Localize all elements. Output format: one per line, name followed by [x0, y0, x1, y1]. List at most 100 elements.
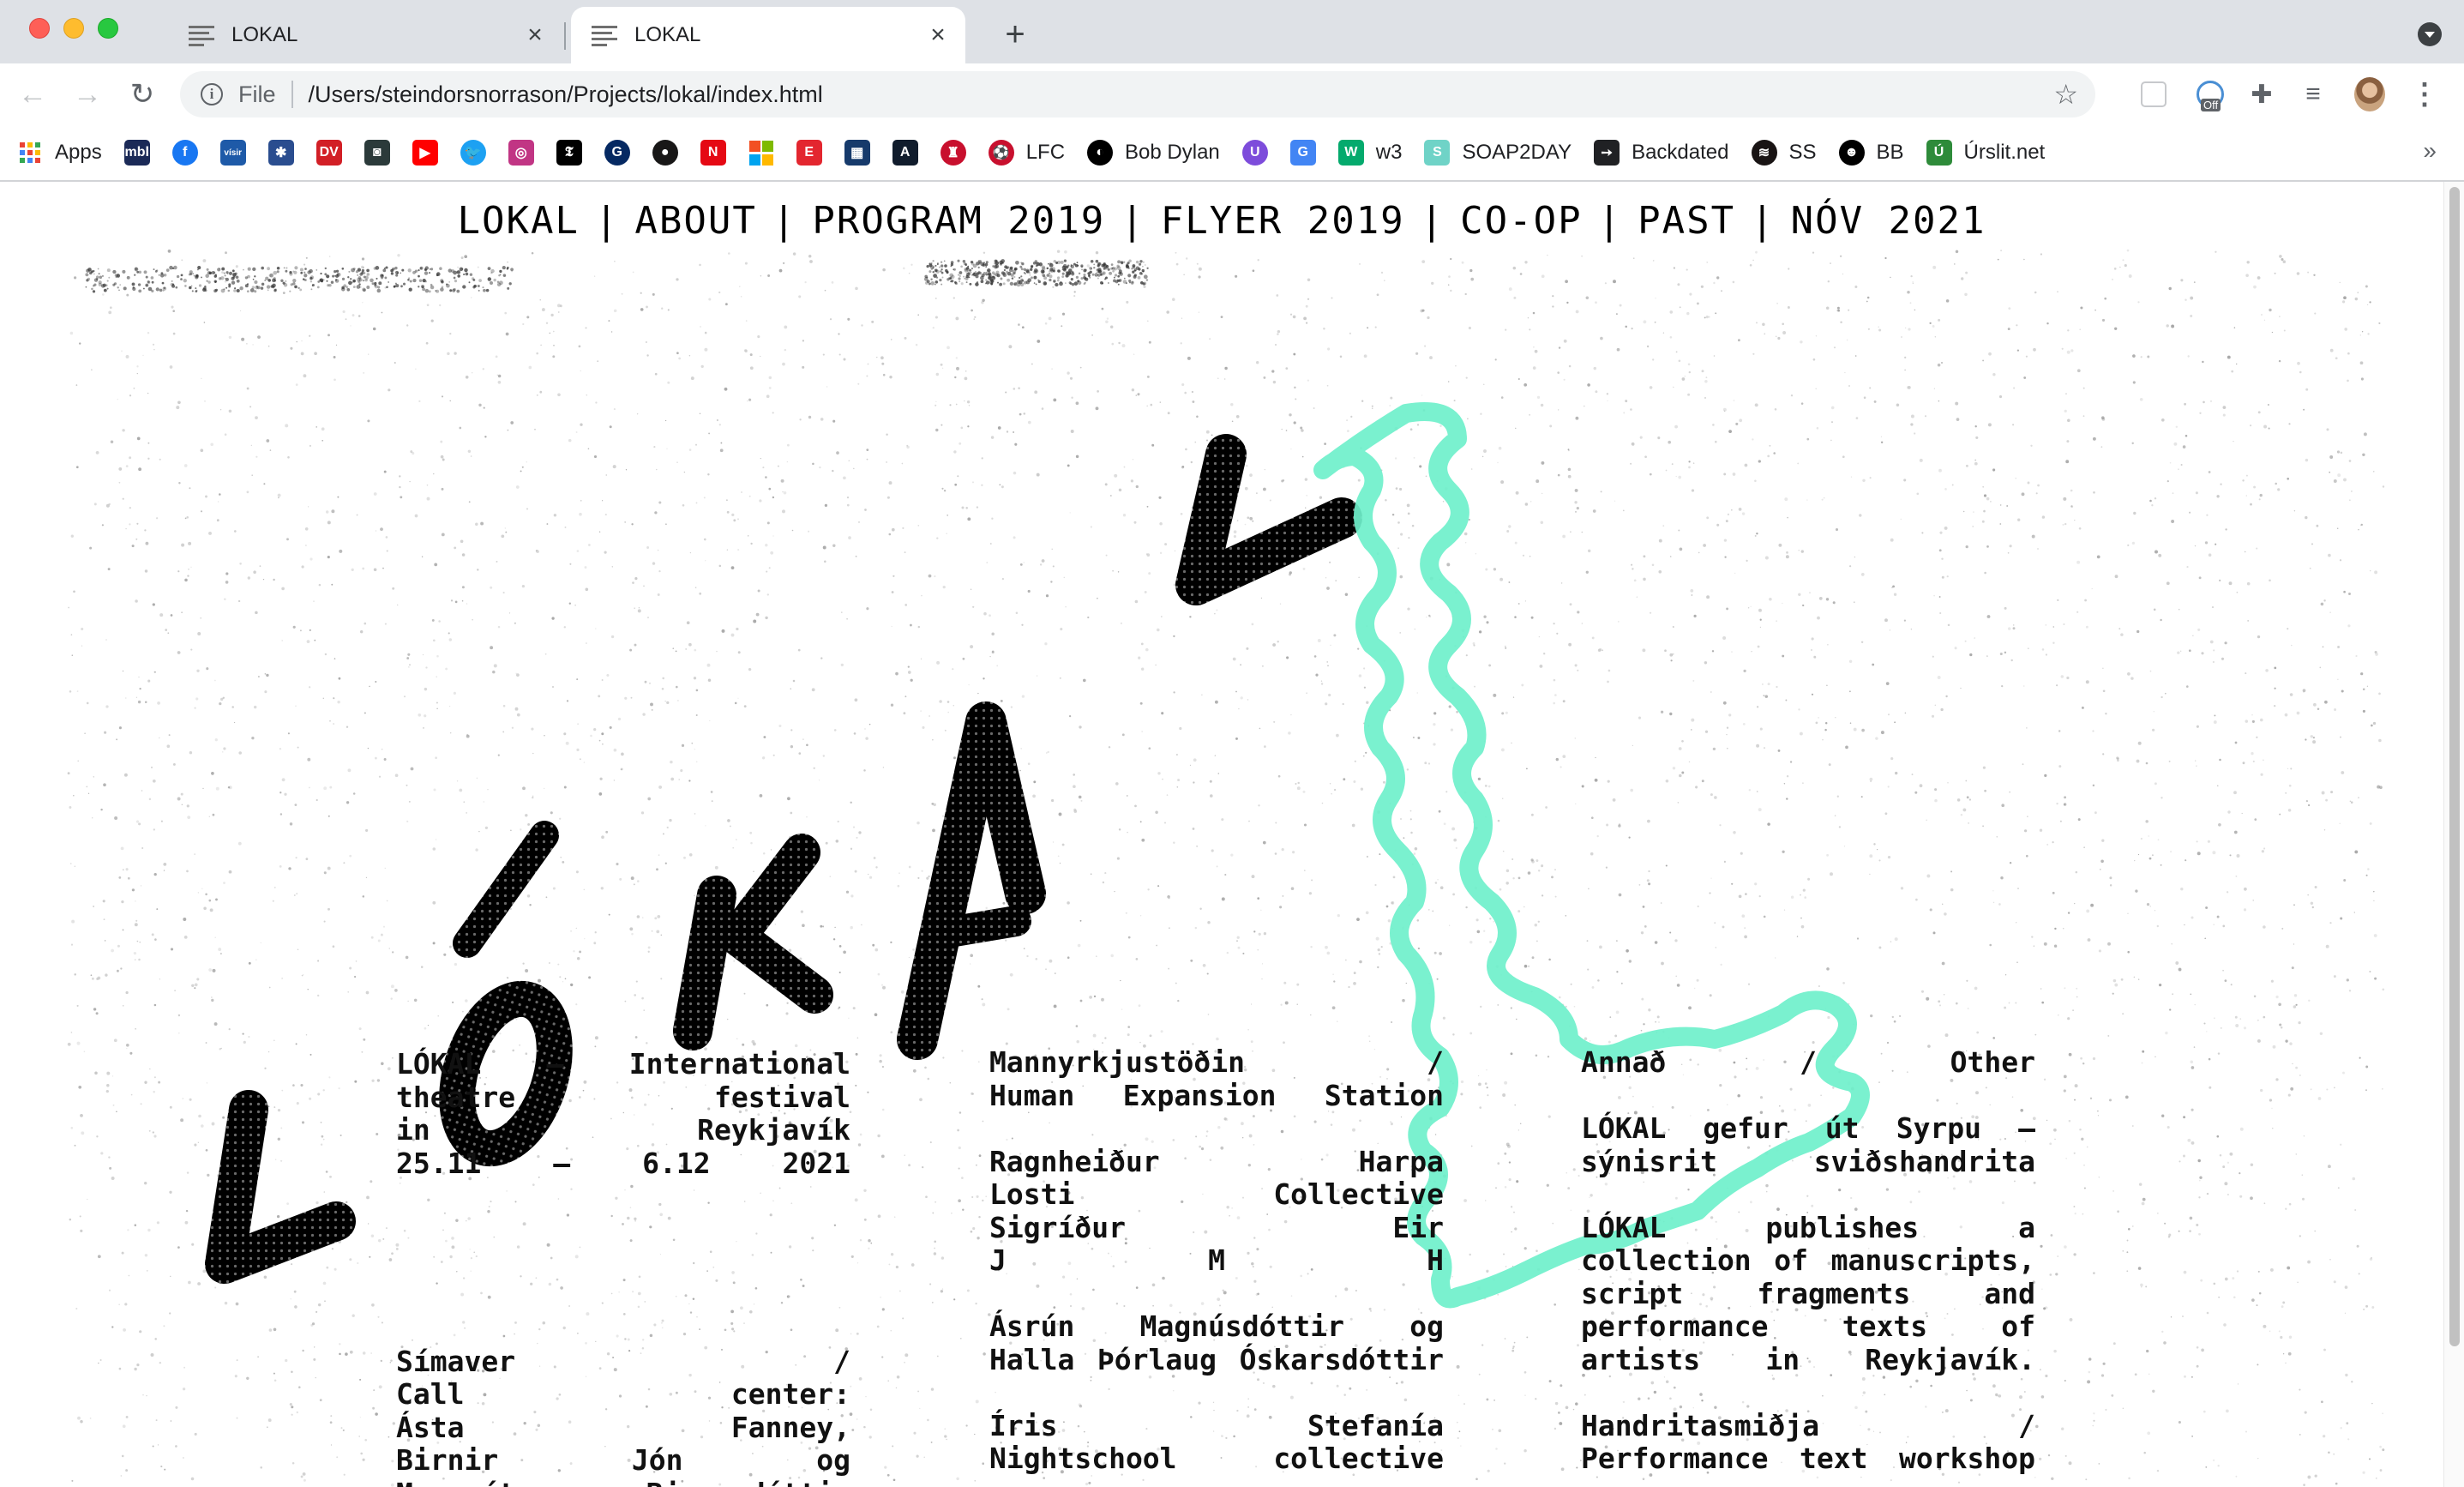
bookmark-newspaper[interactable]: ▦	[844, 140, 870, 166]
tab-title: LOKAL	[634, 23, 701, 46]
bookmark-instagram[interactable]: ◎	[508, 140, 534, 166]
facebook-icon: f	[171, 140, 198, 166]
bookmark-star-icon[interactable]: ☆	[2053, 80, 2078, 109]
bookmark-guardian[interactable]: G	[604, 140, 630, 166]
extension-icon[interactable]	[2138, 79, 2169, 110]
page-viewport: LOKAL | ABOUT | PROGRAM 2019 | FLYER 2019 | CO-O…	[0, 182, 2464, 1487]
w3-icon: W	[1337, 140, 1364, 166]
ruv-icon: ✱	[267, 140, 294, 166]
bookmark-github[interactable]: ●	[652, 140, 678, 166]
bookmark-apps[interactable]: Apps	[17, 140, 102, 166]
artists-list-3: Íris Stefanía Nightschool collective	[989, 1408, 1444, 1475]
artists-list-1: Ragnheiður Harpa Losti Collective Sigríð…	[989, 1144, 1444, 1277]
call-center-block: Símaver / Call center: Ásta Fanney, Birn…	[396, 1344, 850, 1487]
bookmark-translate[interactable]: G	[1289, 140, 1316, 166]
window-zoom-button[interactable]	[98, 18, 118, 39]
bookmark-w3[interactable]: Ww3	[1337, 140, 1403, 166]
bookmark-ebook[interactable]: E	[796, 140, 822, 166]
bobdylan-icon: ◐	[1087, 140, 1114, 166]
festival-intro: LÓKAL – International theatre festival i…	[396, 1047, 850, 1180]
bookmark--rslit-net[interactable]: Ú Úrslit.net	[1926, 140, 2045, 166]
bookmark-label: Bob Dylan	[1125, 141, 1220, 164]
artists-list-2: Ásrún Magnúsdóttir og Halla Þórlaug Óska…	[989, 1309, 1444, 1376]
bookmark-visir[interactable]: vísir	[219, 140, 246, 166]
page-favicon-icon	[592, 24, 619, 46]
browser-menu-icon[interactable]: ⋮	[2409, 79, 2440, 110]
dv-icon: DV	[316, 140, 342, 166]
vertical-scrollbar[interactable]	[2443, 182, 2464, 1487]
festival-info-column: LÓKAL – International theatre festival i…	[396, 1047, 850, 1487]
tab-close-icon[interactable]: ×	[521, 21, 549, 49]
youtube-icon: ▶	[412, 140, 438, 166]
bookmark-twitter[interactable]: 🐦	[460, 140, 486, 166]
scrollbar-thumb[interactable]	[2449, 187, 2460, 1346]
bookmark-label: Backdated	[1632, 141, 1729, 164]
bookmark-ss[interactable]: ≋ SS	[1751, 140, 1817, 166]
arrow-icon: ➙	[1594, 140, 1620, 166]
extension-off-icon[interactable]: Off	[2195, 79, 2226, 111]
bookmarks-overflow-icon[interactable]: »	[2423, 137, 2437, 165]
atlantic-icon: A	[892, 140, 918, 166]
new-tab-button[interactable]: +	[998, 17, 1032, 51]
reload-icon[interactable]: ↻	[123, 75, 161, 113]
other-heading: Annað / Other	[1581, 1045, 2035, 1079]
bookmark-label: SS	[1788, 141, 1817, 164]
tor-icon: U	[1241, 140, 1268, 166]
microsoft-icon	[748, 140, 774, 166]
publication-icelandic: LÓKAL gefur út Syrpu – sýnisrit sviðshan…	[1581, 1111, 2035, 1178]
bookmark-atlantic[interactable]: A	[892, 140, 918, 166]
tab-title: LOKAL	[231, 23, 298, 46]
bookmark-nytimes[interactable]: 𝕿	[556, 140, 582, 166]
bookmark-netflix[interactable]: N	[700, 140, 726, 166]
ebook-icon: E	[796, 140, 822, 166]
bookmark-liverpool-crest[interactable]: ♜	[940, 140, 966, 166]
bookmark-dv[interactable]: DV	[316, 140, 342, 166]
soap2day-icon: S	[1424, 140, 1451, 166]
translate-icon: G	[1289, 140, 1316, 166]
browser-tab-2[interactable]: LOKAL ×	[571, 7, 965, 63]
bookmark-label: LFC	[1025, 141, 1066, 164]
twitter-icon: 🐦	[460, 140, 486, 166]
bookmark-ruv[interactable]: ✱	[267, 140, 294, 166]
back-arrow-icon[interactable]: ←	[14, 75, 51, 113]
bookmark-lfc[interactable]: ⚽ LFC	[988, 140, 1066, 166]
bookmark-kjarninn[interactable]: ◙	[364, 140, 390, 166]
browser-toolbar: ← → ↻ i File /Users/steindorsnorrason/Pr…	[0, 63, 2464, 125]
address-bar[interactable]: i File /Users/steindorsnorrason/Projects…	[180, 71, 2095, 117]
browser-tab-1[interactable]: LOKAL ×	[168, 7, 566, 63]
tab-close-icon[interactable]: ×	[924, 21, 952, 49]
media-queue-icon[interactable]: ≡	[2298, 79, 2329, 110]
bookmark-microsoft[interactable]	[748, 140, 774, 166]
forward-arrow-icon[interactable]: →	[69, 75, 106, 113]
bookmark-tor[interactable]: U	[1241, 140, 1268, 166]
url-scheme: File	[238, 81, 276, 107]
apps-grid-icon	[17, 140, 43, 166]
bookmark-soap2day[interactable]: S SOAP2DAY	[1424, 140, 1572, 166]
bookmark-label: SOAP2DAY	[1462, 141, 1572, 164]
workshop-heading: Handritasmiðja / Performance text worksh…	[1581, 1408, 2035, 1475]
tab-search-icon[interactable]	[2418, 22, 2442, 46]
urslit-icon: Ú	[1926, 140, 1952, 166]
bookmark-youtube[interactable]: ▶	[412, 140, 438, 166]
station-heading: Mannyrkjustöðin / Human Expansion Statio…	[989, 1045, 1444, 1112]
bookmark-bob-dylan[interactable]: ◐ Bob Dylan	[1087, 140, 1220, 166]
bookmark-label: w3	[1375, 141, 1403, 164]
site-info-icon[interactable]: i	[201, 83, 223, 105]
liverpool-crest-icon: ♜	[940, 140, 966, 166]
bookmark-bb[interactable]: ☻ BB	[1838, 140, 1904, 166]
extensions-puzzle-icon[interactable]: ✚	[2246, 79, 2277, 110]
bookmark-mbl[interactable]: mbl	[123, 140, 150, 166]
github-icon: ●	[652, 140, 678, 166]
window-close-button[interactable]	[29, 18, 50, 39]
bookmark-facebook[interactable]: f	[171, 140, 198, 166]
instagram-icon: ◎	[508, 140, 534, 166]
visir-icon: vísir	[219, 140, 246, 166]
window-minimize-button[interactable]	[63, 18, 84, 39]
tab-strip: LOKAL × LOKAL × +	[0, 0, 2464, 63]
profile-avatar[interactable]	[2354, 77, 2385, 111]
page-favicon-icon	[189, 24, 216, 46]
bookmarks-bar: Apps mbl f vísir ✱ DV ◙ ▶ 🐦 ◎ 𝕿 G ● N E ▦ A ♜ ⚽ LFC ◐ Bob Dyl…	[0, 125, 2464, 182]
bb-icon: ☻	[1838, 140, 1865, 166]
url-text[interactable]: /Users/steindorsnorrason/Projects/lokal/…	[309, 81, 823, 108]
bookmark-backdated[interactable]: ➙ Backdated	[1594, 140, 1729, 166]
